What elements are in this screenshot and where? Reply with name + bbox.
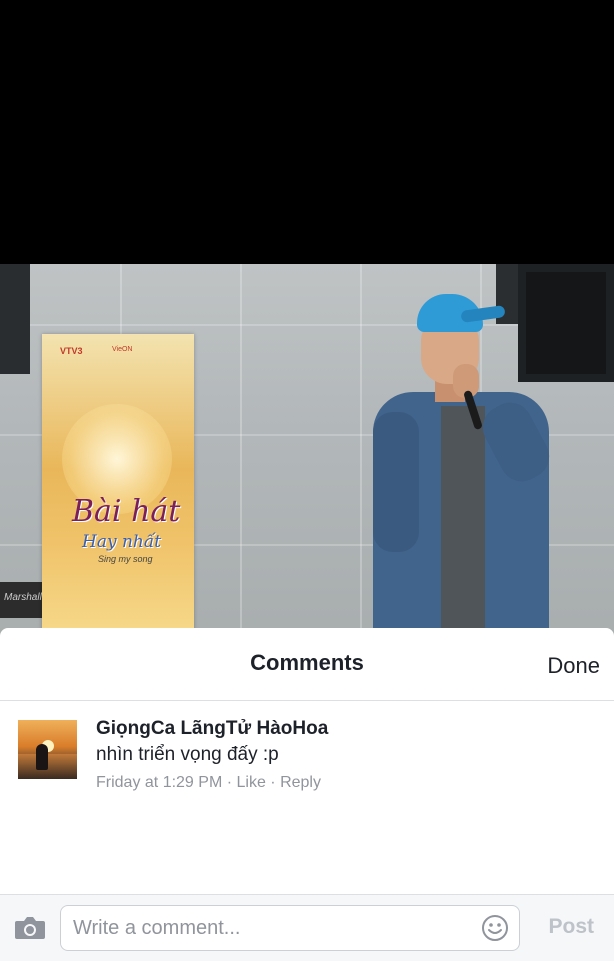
comment-text: nhìn triển vọng đấy :p [96,744,279,765]
post-photo[interactable]: Marshall VTV3 VieON Bài hát Hay nhất Sin… [0,264,614,644]
wall-tile-line [240,264,242,644]
comments-title: Comments [250,650,364,675]
meta-separator: · [222,774,237,791]
post-button[interactable]: Post [548,915,594,939]
wall-tile-line [360,264,362,644]
comment-author[interactable]: GiọngCa LãngTử HàoHoa [96,718,328,740]
comment-input[interactable]: Write a comment... [60,905,520,951]
singer-figure [365,294,557,644]
comment-input-placeholder: Write a comment... [73,917,241,939]
banner-title-line3: Sing my song [98,554,153,564]
comment-composer: Write a comment... Post [0,894,614,961]
emoji-icon[interactable] [481,914,509,942]
done-button[interactable]: Done [547,653,600,679]
top-black-area [0,0,614,264]
comment-meta: Friday at 1:29 PM · Like · Reply [96,774,321,792]
meta-separator: · [265,774,281,791]
banner-title-line2: Hay nhất [82,532,162,552]
banner-logo-secondary: VieON [112,346,133,353]
speaker-left [0,264,30,374]
camera-icon[interactable] [14,915,46,941]
comment-timestamp: Friday at 1:29 PM [96,774,223,791]
like-link[interactable]: Like [237,774,266,791]
comments-header: Comments Done [0,628,614,701]
avatar[interactable] [18,720,77,779]
reply-link[interactable]: Reply [280,774,321,791]
comments-sheet: Comments Done GiọngCa LãngTử HàoHoa nhìn… [0,628,614,961]
amp-brand: Marshall [4,592,42,603]
show-banner: VTV3 VieON Bài hát Hay nhất Sing my song [42,334,194,634]
banner-title-line1: Bài hát [72,494,181,529]
banner-logo: VTV3 [60,346,83,356]
